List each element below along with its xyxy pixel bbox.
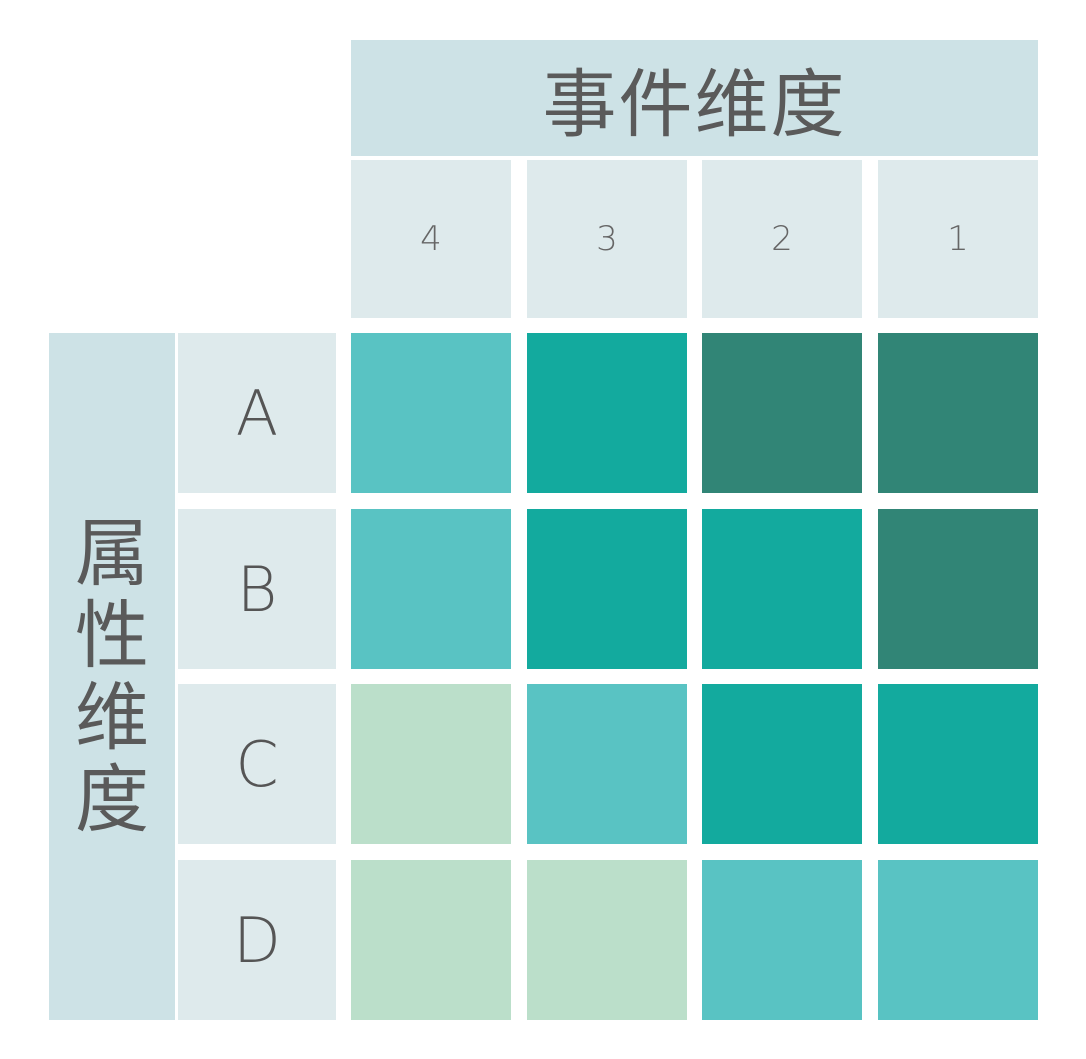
heatmap-cell-D-1 bbox=[878, 860, 1038, 1020]
heatmap-cell-B-2 bbox=[702, 509, 862, 669]
attribute-dimension-char: 维 bbox=[75, 674, 149, 761]
row-header: C bbox=[178, 684, 336, 844]
attribute-dimension-header: 属 性 维 度 bbox=[49, 333, 175, 1020]
heatmap-cell-C-4 bbox=[351, 684, 511, 844]
heatmap-cell-B-1 bbox=[878, 509, 1038, 669]
heatmap-cell-C-3 bbox=[527, 684, 687, 844]
heatmap-cell-C-2 bbox=[702, 684, 862, 844]
attribute-dimension-char: 属 bbox=[75, 510, 149, 597]
heatmap-cell-D-4 bbox=[351, 860, 511, 1020]
heatmap-cell-A-4 bbox=[351, 333, 511, 493]
column-header: 2 bbox=[702, 160, 862, 318]
column-header: 3 bbox=[527, 160, 687, 318]
column-header: 4 bbox=[351, 160, 511, 318]
column-header: 1 bbox=[878, 160, 1038, 318]
row-header: B bbox=[178, 509, 336, 669]
attribute-dimension-char: 性 bbox=[75, 592, 149, 679]
event-dimension-header: 事件维度 bbox=[351, 40, 1038, 156]
heatmap-cell-A-2 bbox=[702, 333, 862, 493]
heatmap-cell-A-1 bbox=[878, 333, 1038, 493]
row-header: A bbox=[178, 333, 336, 493]
attribute-dimension-char: 度 bbox=[75, 756, 149, 843]
heatmap-cell-D-3 bbox=[527, 860, 687, 1020]
heatmap-cell-D-2 bbox=[702, 860, 862, 1020]
row-header: D bbox=[178, 860, 336, 1020]
heatmap-cell-B-3 bbox=[527, 509, 687, 669]
heatmap-cell-B-4 bbox=[351, 509, 511, 669]
heatmap-cell-A-3 bbox=[527, 333, 687, 493]
heatmap-cell-C-1 bbox=[878, 684, 1038, 844]
